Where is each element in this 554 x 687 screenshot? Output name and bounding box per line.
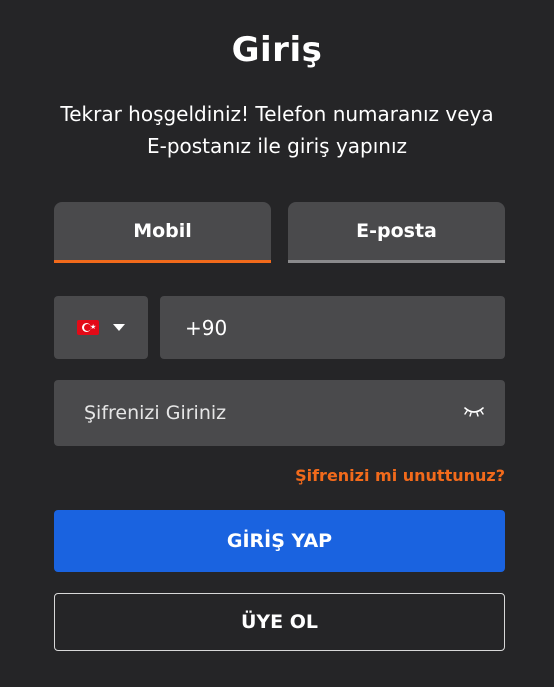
phone-input[interactable] [160,296,505,359]
page-title: Giriş [231,30,323,70]
tab-mobile-label: Mobil [133,220,192,242]
country-code-select[interactable]: ★ [54,296,148,359]
tab-mobile[interactable]: Mobil [54,202,271,263]
password-input[interactable] [54,380,434,446]
tab-email-label: E-posta [356,220,437,242]
forgot-password-link[interactable]: Şifrenizi mi unuttunuz? [295,466,505,485]
page-subtitle: Tekrar hoşgeldiniz! Telefon numaranız ve… [60,102,494,158]
chevron-down-icon [113,324,125,331]
tab-email[interactable]: E-posta [288,202,505,263]
password-field [54,380,505,446]
eye-closed-icon[interactable] [463,404,485,420]
register-button[interactable]: ÜYE OL [54,593,505,651]
turkey-flag-icon: ★ [77,320,99,335]
login-button[interactable]: GİRİŞ YAP [54,510,505,572]
